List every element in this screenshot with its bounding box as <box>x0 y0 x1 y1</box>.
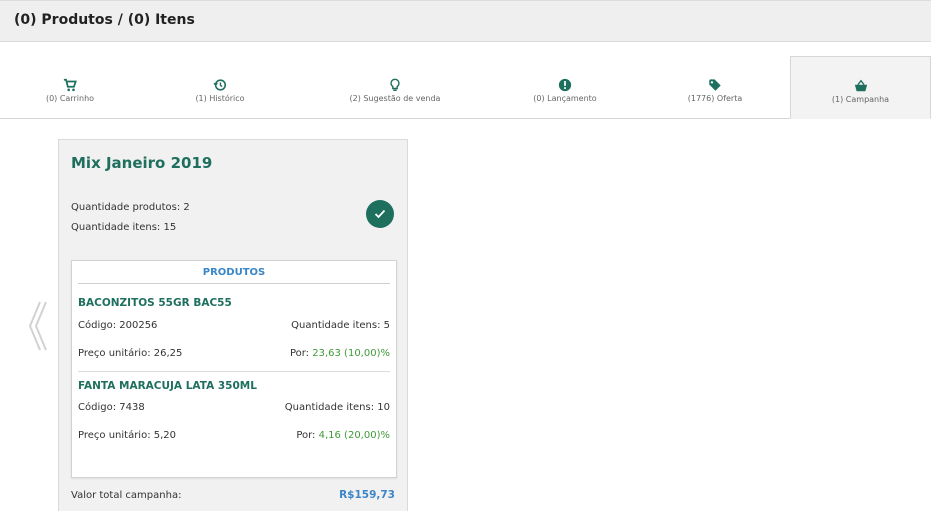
history-icon <box>213 79 227 91</box>
por-value: 4,16 (20,00)% <box>318 430 390 441</box>
tab-oferta[interactable]: (1776) Oferta <box>640 56 790 118</box>
total-label: Valor total campanha: <box>71 490 182 501</box>
campaign-card: Mix Janeiro 2019 Quantidade produtos: 2 … <box>58 139 408 511</box>
product-discount-price: Por: 4,16 (20,00)% <box>296 430 390 441</box>
total-value: R$159,73 <box>339 489 395 501</box>
product-code: Código: 7438 <box>78 402 145 413</box>
chevron-left-icon[interactable] <box>26 300 50 352</box>
basket-icon <box>854 79 867 92</box>
cart-icon <box>63 78 77 92</box>
info-icon <box>558 78 572 92</box>
tag-icon <box>709 79 721 91</box>
lightbulb-icon <box>390 78 400 91</box>
por-label: Por: <box>289 348 310 359</box>
por-label: Por: <box>296 430 316 441</box>
page-title: (0) Produtos / (0) Itens <box>14 12 195 28</box>
tab-label: (1) Histórico <box>195 94 245 103</box>
tab-label: (0) Lançamento <box>533 94 597 103</box>
tab-carrinho[interactable]: (0) Carrinho <box>0 56 140 118</box>
product-code: Código: 200256 <box>78 320 158 331</box>
check-icon[interactable] <box>366 200 394 228</box>
product-quantity: Quantidade itens: 10 <box>284 402 390 413</box>
tab-label: (2) Sugestão de venda <box>349 94 441 103</box>
quantity-items: Quantidade itens: 15 <box>71 222 177 233</box>
products-box: PRODUTOS BACONZITOS 55GR BAC55 Código: 2… <box>71 260 397 478</box>
tab-lancamento[interactable]: (0) Lançamento <box>490 56 640 118</box>
tab-sugestao[interactable]: (2) Sugestão de venda <box>300 56 490 118</box>
product-divider <box>78 371 390 372</box>
tab-label: (1) Campanha <box>831 95 890 104</box>
product-quantity: Quantidade itens: 5 <box>291 320 390 331</box>
product-unit-price: Preço unitário: 5,20 <box>78 430 177 441</box>
tab-bar: (0) Carrinho (1) Histórico (2) Sugestão … <box>0 56 931 119</box>
tab-campanha[interactable]: (1) Campanha <box>790 56 931 119</box>
products-header: PRODUTOS <box>78 267 390 284</box>
quantity-products: Quantidade produtos: 2 <box>71 202 190 213</box>
header-bar: (0) Produtos / (0) Itens <box>0 0 931 42</box>
tab-label: (1776) Oferta <box>687 94 743 103</box>
product-discount-price: Por: 23,63 (10,00)% <box>290 348 390 359</box>
por-value: 23,63 (10,00)% <box>312 348 390 359</box>
product-name: BACONZITOS 55GR BAC55 <box>78 297 232 309</box>
product-unit-price: Preço unitário: 26,25 <box>78 348 183 359</box>
tab-label: (0) Carrinho <box>45 94 95 103</box>
campaign-title: Mix Janeiro 2019 <box>71 154 213 172</box>
product-name: FANTA MARACUJA LATA 350ML <box>78 380 257 392</box>
tab-historico[interactable]: (1) Histórico <box>140 56 300 118</box>
